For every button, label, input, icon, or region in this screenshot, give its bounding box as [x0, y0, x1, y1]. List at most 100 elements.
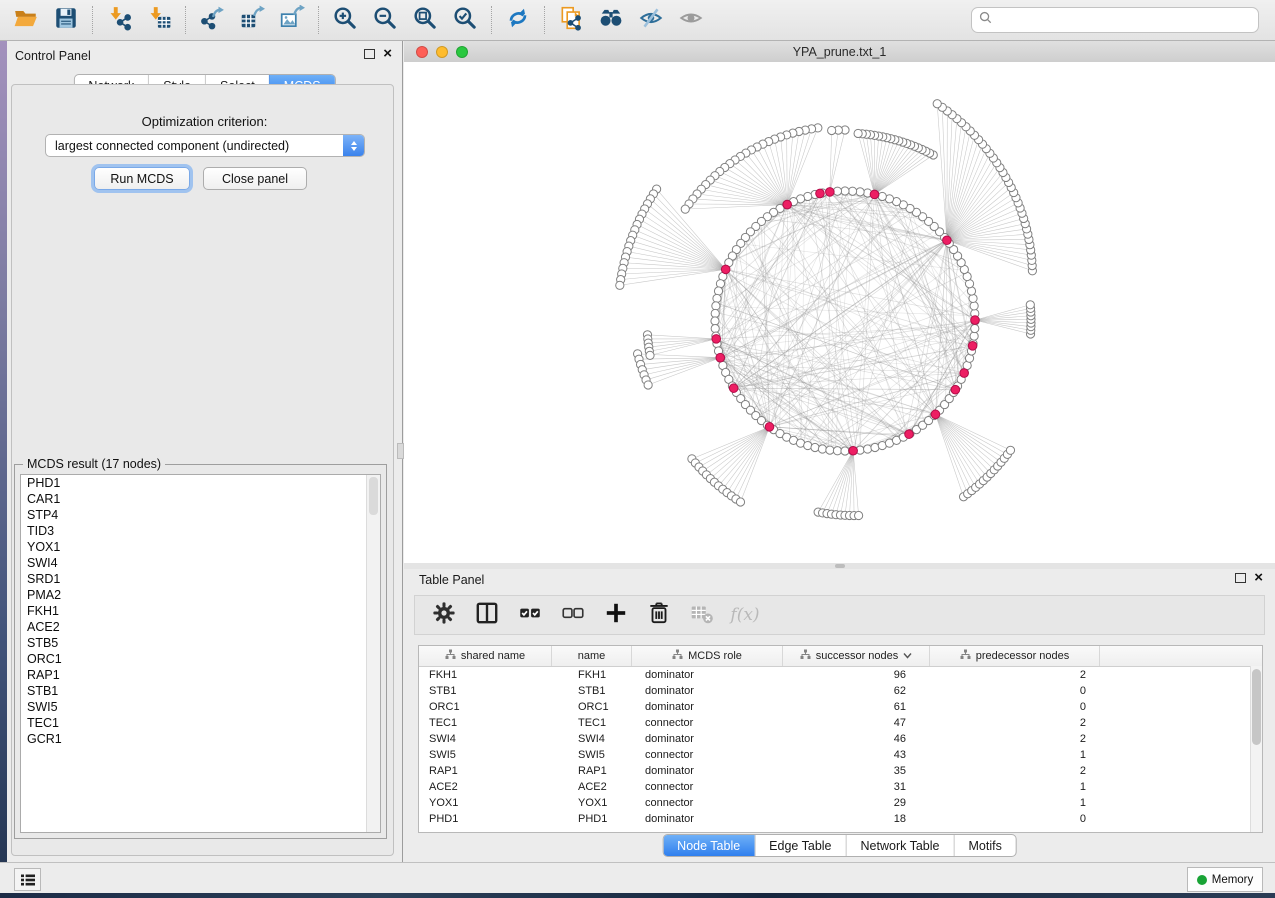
mcds-list-scrollbar[interactable]: [366, 475, 380, 832]
add-button[interactable]: [603, 602, 629, 628]
table-row[interactable]: PHD1PHD1dominator180: [419, 811, 1262, 827]
network-window-titlebar[interactable]: YPA_prune.txt_1: [404, 41, 1275, 63]
network-node[interactable]: [826, 446, 834, 454]
import-network-button[interactable]: [99, 3, 139, 37]
delete-button[interactable]: [646, 602, 672, 628]
network-node[interactable]: [644, 381, 652, 389]
network-node[interactable]: [833, 447, 841, 455]
network-node[interactable]: [1026, 301, 1034, 309]
network-node[interactable]: [854, 129, 862, 137]
mcds-hub-node[interactable]: [721, 265, 730, 274]
mcds-hub-node[interactable]: [870, 190, 879, 199]
gear-button[interactable]: [431, 602, 457, 628]
network-node[interactable]: [970, 332, 978, 340]
table-row[interactable]: RAP1RAP1dominator352: [419, 763, 1262, 779]
export-table-button[interactable]: [232, 3, 272, 37]
tab-node-table[interactable]: Node Table: [663, 835, 754, 856]
search-box[interactable]: [971, 7, 1259, 33]
task-history-button[interactable]: [14, 868, 41, 891]
mcds-hub-node[interactable]: [905, 430, 914, 439]
find-binoculars-button[interactable]: [591, 3, 631, 37]
table-row[interactable]: ORC1ORC1dominator610: [419, 699, 1262, 715]
network-canvas[interactable]: [404, 62, 1275, 563]
network-node[interactable]: [933, 100, 941, 108]
clone-network-button[interactable]: [551, 3, 591, 37]
select-all-button[interactable]: [517, 602, 543, 628]
network-node[interactable]: [970, 302, 978, 310]
network-node[interactable]: [863, 445, 871, 453]
network-node[interactable]: [818, 445, 826, 453]
mcds-result-item[interactable]: FKH1: [21, 603, 380, 619]
memory-button[interactable]: Memory: [1187, 867, 1263, 892]
mcds-result-item[interactable]: TEC1: [21, 715, 380, 731]
table-row[interactable]: FKH1FKH1dominator962: [419, 667, 1262, 683]
zoom-traffic-light[interactable]: [456, 46, 468, 58]
network-node[interactable]: [714, 287, 722, 295]
column-header-shared-name[interactable]: shared name: [419, 646, 552, 666]
table-row[interactable]: STB1STB1dominator620: [419, 683, 1262, 699]
network-node[interactable]: [711, 317, 719, 325]
mcds-hub-node[interactable]: [960, 369, 969, 378]
column-header-name[interactable]: name: [552, 646, 632, 666]
vertical-splitter-grip[interactable]: [397, 443, 404, 459]
network-node[interactable]: [681, 205, 689, 213]
network-node[interactable]: [855, 511, 863, 519]
mcds-result-item[interactable]: TID3: [21, 523, 380, 539]
mcds-result-item[interactable]: CAR1: [21, 491, 380, 507]
network-node[interactable]: [713, 294, 721, 302]
mcds-hub-node[interactable]: [943, 236, 952, 245]
float-icon[interactable]: [1235, 573, 1246, 583]
mcds-result-item[interactable]: SWI4: [21, 555, 380, 571]
show-eye-button[interactable]: [671, 3, 711, 37]
mcds-hub-node[interactable]: [712, 335, 721, 344]
columns-button[interactable]: [474, 602, 500, 628]
run-mcds-button[interactable]: Run MCDS: [94, 167, 190, 190]
column-header-MCDS-role[interactable]: MCDS role: [632, 646, 783, 666]
hide-eye-button[interactable]: [631, 3, 671, 37]
minimize-traffic-light[interactable]: [436, 46, 448, 58]
network-node[interactable]: [1006, 446, 1014, 454]
network-node[interactable]: [646, 351, 654, 359]
table-row[interactable]: ACE2ACE2connector311: [419, 779, 1262, 795]
refresh-network-button[interactable]: [498, 3, 538, 37]
mcds-hub-node[interactable]: [849, 446, 858, 455]
close-panel-button[interactable]: Close panel: [203, 167, 307, 190]
criterion-select[interactable]: largest connected component (undirected): [45, 134, 365, 157]
network-node[interactable]: [616, 281, 624, 289]
network-node[interactable]: [848, 187, 856, 195]
mcds-result-item[interactable]: PMA2: [21, 587, 380, 603]
export-image-button[interactable]: [272, 3, 312, 37]
mcds-hub-node[interactable]: [968, 342, 977, 351]
column-header-predecessor-nodes[interactable]: predecessor nodes: [930, 646, 1100, 666]
close-traffic-light[interactable]: [416, 46, 428, 58]
column-header-successor-nodes[interactable]: successor nodes: [783, 646, 930, 666]
tab-motifs[interactable]: Motifs: [953, 835, 1015, 856]
mcds-result-item[interactable]: RAP1: [21, 667, 380, 683]
mcds-hub-node[interactable]: [971, 316, 980, 325]
table-scrollbar[interactable]: [1250, 666, 1262, 832]
save-session-button[interactable]: [46, 3, 86, 37]
mcds-result-item[interactable]: ACE2: [21, 619, 380, 635]
network-node[interactable]: [841, 447, 849, 455]
mcds-hub-node[interactable]: [729, 384, 738, 393]
table-row[interactable]: TEC1TEC1connector472: [419, 715, 1262, 731]
network-node[interactable]: [856, 188, 864, 196]
mcds-hub-node[interactable]: [931, 410, 940, 419]
mcds-hub-node[interactable]: [783, 200, 792, 209]
zoom-out-button[interactable]: [365, 3, 405, 37]
tab-edge-table[interactable]: Edge Table: [754, 835, 845, 856]
zoom-selected-button[interactable]: [445, 3, 485, 37]
import-table-button[interactable]: [139, 3, 179, 37]
mcds-hub-node[interactable]: [765, 423, 774, 432]
network-node[interactable]: [811, 443, 819, 451]
deselect-all-button[interactable]: [560, 602, 586, 628]
export-network-button[interactable]: [192, 3, 232, 37]
zoom-fit-button[interactable]: [405, 3, 445, 37]
mcds-result-item[interactable]: STB1: [21, 683, 380, 699]
network-graph[interactable]: [404, 62, 1275, 563]
table-row[interactable]: SWI4SWI4dominator462: [419, 731, 1262, 747]
mcds-result-item[interactable]: GCR1: [21, 731, 380, 747]
tab-network-table[interactable]: Network Table: [846, 835, 954, 856]
zoom-in-button[interactable]: [325, 3, 365, 37]
close-icon[interactable]: ×: [1254, 573, 1263, 583]
